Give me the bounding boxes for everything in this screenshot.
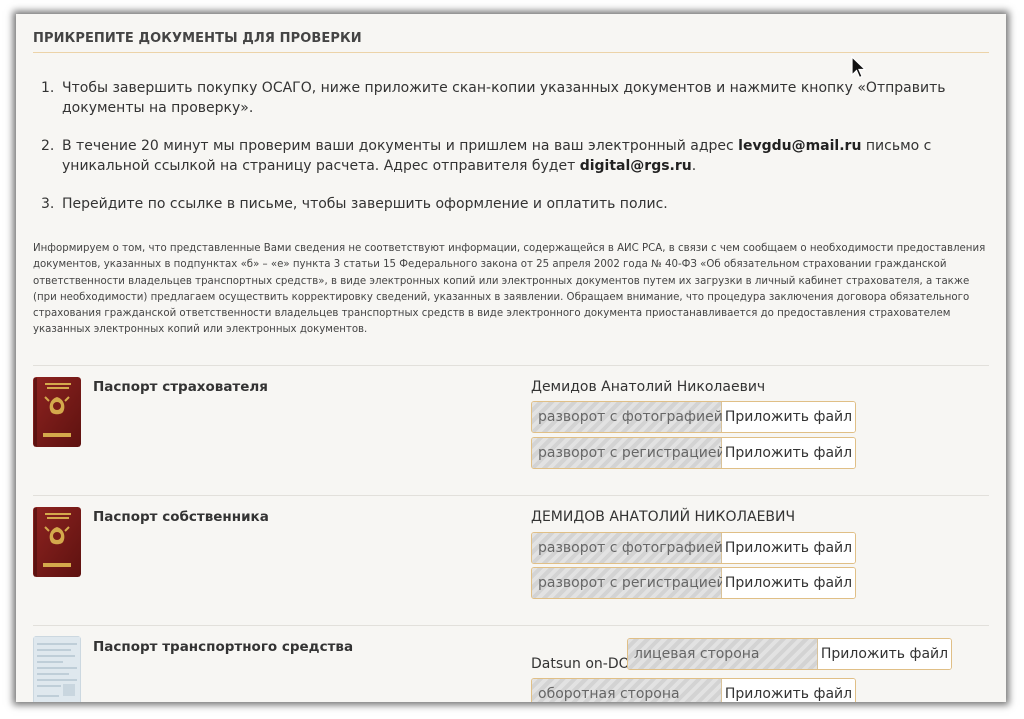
owner-name: Демидов Анатолий Николаевич (531, 379, 766, 395)
step-text: Перейдите по ссылке в письме, чтобы заве… (62, 196, 668, 212)
attach-file-button[interactable]: Приложить файл (722, 402, 855, 432)
upload-field-label: разворот с фотографией (532, 533, 723, 563)
step-item: 3. Перейдите по ссылке в письме, чтобы з… (41, 194, 981, 214)
sender-email: digital@rgs.ru (579, 158, 692, 174)
instruction-steps: 1. Чтобы завершить покупку ОСАГО, ниже п… (41, 78, 981, 232)
upload-field-registration-page: разворот с регистрацией Приложить файл (531, 437, 856, 469)
upload-field-label: оборотная сторона (532, 679, 722, 702)
document-title: Паспорт транспортного средства (93, 639, 354, 655)
step-number: 3. (41, 196, 55, 212)
attach-file-button[interactable]: Приложить файл (722, 533, 855, 563)
upload-field-label: лицевая сторона (628, 639, 818, 669)
document-title: Паспорт собственника (93, 509, 269, 525)
section-divider (33, 625, 989, 626)
mouse-cursor-icon (851, 56, 866, 79)
attach-file-button[interactable]: Приложить файл (722, 679, 855, 702)
upload-field-label: разворот с фотографией (532, 402, 723, 432)
upload-field-front-side: лицевая сторона Приложить файл (627, 638, 952, 670)
document-title: Паспорт страхователя (93, 379, 268, 395)
vehicle-name: Datsun on-DO (531, 656, 630, 672)
attach-file-button[interactable]: Приложить файл (818, 639, 951, 669)
step-number: 1. (41, 80, 55, 96)
attach-file-button[interactable]: Приложить файл (722, 438, 855, 468)
upload-field-label: разворот с регистрацией (532, 568, 726, 598)
upload-field-photo-page: разворот с фотографией Приложить файл (531, 401, 856, 433)
upload-field-photo-page: разворот с фотографией Приложить файл (531, 532, 856, 564)
step-item: 1. Чтобы завершить покупку ОСАГО, ниже п… (41, 78, 981, 118)
page-title: ПРИКРЕПИТЕ ДОКУМЕНТЫ ДЛЯ ПРОВЕРКИ (33, 31, 362, 46)
section-divider (33, 495, 989, 496)
document-upload-panel: ПРИКРЕПИТЕ ДОКУМЕНТЫ ДЛЯ ПРОВЕРКИ 1. Что… (16, 14, 1006, 702)
header-divider (33, 52, 989, 53)
vehicle-passport-icon (33, 636, 81, 702)
legal-notice: Информируем о том, что представленные Ва… (33, 243, 986, 336)
user-email: levgdu@mail.ru (738, 138, 862, 154)
upload-field-registration-page: разворот с регистрацией Приложить файл (531, 567, 856, 599)
step-number: 2. (41, 138, 55, 154)
step-text: . (691, 158, 697, 174)
upload-field-label: разворот с регистрацией (532, 438, 726, 468)
section-divider (33, 365, 989, 366)
passport-icon (33, 377, 81, 447)
passport-icon (33, 507, 81, 577)
upload-field-back-side: оборотная сторона Приложить файл (531, 678, 856, 702)
step-text: В течение 20 минут мы проверим ваши доку… (62, 138, 739, 154)
attach-file-button[interactable]: Приложить файл (722, 568, 855, 598)
owner-name: ДЕМИДОВ АНАТОЛИЙ НИКОЛАЕВИЧ (531, 509, 796, 525)
step-text: Чтобы завершить покупку ОСАГО, ниже прил… (62, 80, 946, 116)
step-item: 2. В течение 20 минут мы проверим ваши д… (41, 136, 981, 176)
